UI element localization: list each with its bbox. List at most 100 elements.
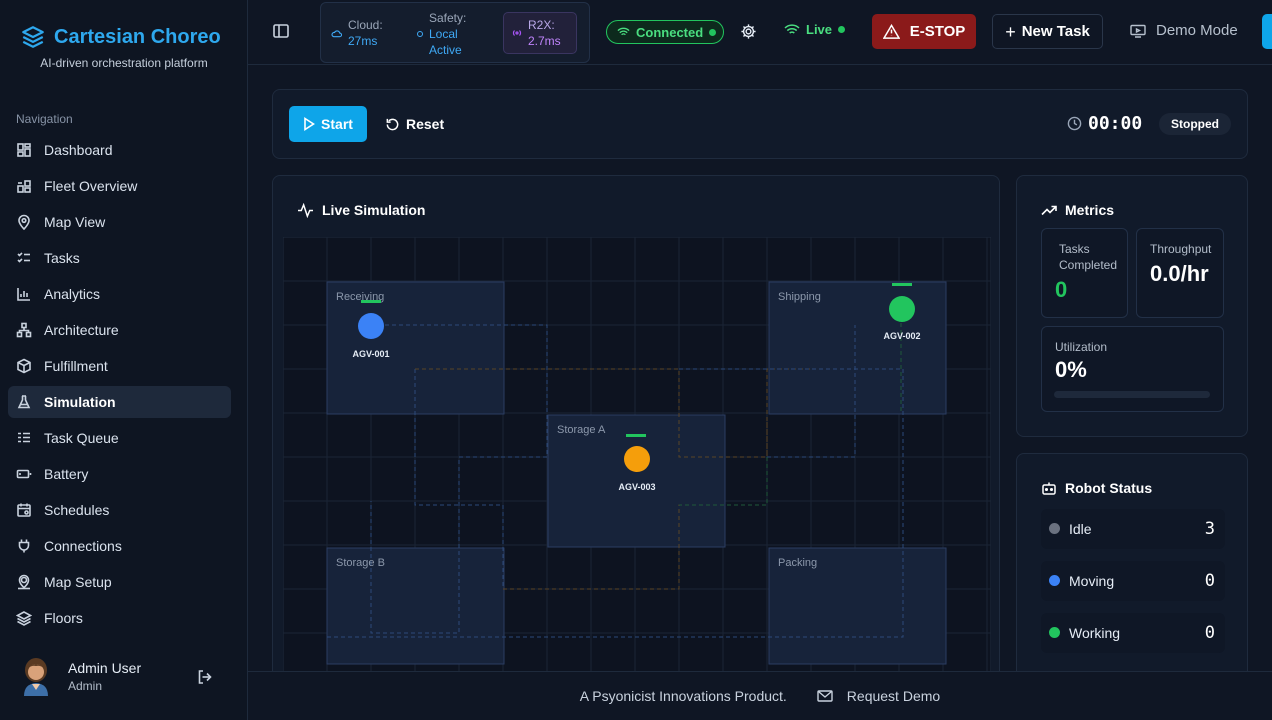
metric-label: Tasks: [1059, 242, 1090, 256]
sidebar: Cartesian Choreo AI-driven orchestration…: [0, 0, 248, 720]
metric-value: 0%: [1055, 357, 1087, 382]
simulation-controls: Start Reset 00:00 Stopped: [272, 89, 1248, 159]
sidebar-item-label: Fleet Overview: [44, 178, 138, 194]
sidebar-item-analytics[interactable]: Analytics: [8, 278, 231, 310]
timer-value: 00:00: [1088, 113, 1143, 134]
status-row-moving: Moving 0: [1041, 561, 1225, 601]
start-label: Start: [321, 116, 353, 132]
metrics-title: Metrics: [1065, 202, 1115, 218]
metric-tasks-completed: Tasks Completed 0: [1041, 228, 1128, 318]
sidebar-toggle-icon[interactable]: [272, 22, 290, 40]
safety-status: Safety: Local Active: [429, 10, 466, 58]
sidebar-item-floors[interactable]: Floors: [8, 602, 231, 634]
start-button[interactable]: Start: [289, 106, 367, 142]
r2x-label: R2X:: [528, 18, 555, 32]
zone-label-shipping: Shipping: [778, 291, 821, 303]
demo-mode-button[interactable]: Demo Mode: [1130, 22, 1238, 39]
avatar: [24, 658, 48, 696]
sidebar-item-label: Schedules: [44, 502, 110, 518]
gear-icon[interactable]: [740, 23, 757, 40]
status-label: Idle: [1069, 521, 1092, 537]
sidebar-item-connections[interactable]: Connections: [8, 530, 231, 562]
sidebar-item-label: Architecture: [44, 322, 119, 338]
sidebar-item-label: Floors: [44, 610, 83, 626]
status-count: 0: [1204, 571, 1215, 591]
sidebar-item-tasks[interactable]: Tasks: [8, 242, 231, 274]
sidebar-item-battery[interactable]: Battery: [8, 458, 231, 490]
latency-panel: Cloud: 27ms Safety: Local Active R2X: 2.…: [320, 2, 590, 63]
estop-label: E-STOP: [909, 23, 966, 40]
sidebar-item-label: Battery: [44, 466, 89, 482]
play-icon: [304, 117, 316, 131]
request-demo-link[interactable]: Request Demo: [817, 688, 940, 704]
metrics-header: Metrics: [1041, 202, 1114, 218]
new-task-button[interactable]: + New Task: [992, 14, 1103, 49]
monitor-icon: [1130, 24, 1146, 38]
broadcast-icon: [512, 30, 522, 36]
user-role: Admin: [68, 679, 103, 693]
robot-status-header: Robot Status: [1041, 480, 1152, 496]
robot-label: AGV-002: [883, 331, 920, 341]
live-simulation-header: Live Simulation: [297, 202, 425, 218]
sidebar-item-simulation[interactable]: Simulation: [8, 386, 231, 418]
chart-icon: [16, 286, 32, 302]
wifi-icon: [617, 27, 630, 36]
demo-mode-label: Demo Mode: [1156, 22, 1238, 39]
new-task-label: New Task: [1021, 23, 1090, 40]
logout-icon[interactable]: [196, 668, 214, 686]
status-label: Working: [1069, 625, 1121, 641]
robot-status-title: Robot Status: [1065, 480, 1153, 496]
safety-label: Safety:: [429, 11, 467, 25]
sidebar-item-architecture[interactable]: Architecture: [8, 314, 231, 346]
reset-button[interactable]: Reset: [385, 106, 444, 142]
request-demo-label: Request Demo: [846, 688, 941, 704]
brand[interactable]: Cartesian Choreo: [20, 24, 221, 50]
map-setup-icon: [16, 574, 32, 590]
reset-icon: [386, 118, 399, 130]
footer: A Psyonicist Innovations Product. Reques…: [248, 671, 1272, 720]
sidebar-item-map-setup[interactable]: Map Setup: [8, 566, 231, 598]
sidebar-item-map-view[interactable]: Map View: [8, 206, 231, 238]
status-count: 0: [1204, 623, 1215, 643]
brand-subtitle: AI-driven orchestration platform: [40, 56, 208, 70]
sidebar-item-dashboard[interactable]: Dashboard: [8, 134, 231, 166]
user-profile[interactable]: Admin User Admin: [20, 656, 240, 696]
metrics-card: Metrics Tasks Completed 0 Throughput 0.0…: [1016, 175, 1248, 437]
robot-marker: [624, 446, 650, 472]
calendar-icon: [16, 502, 32, 518]
robot-battery-bar: [626, 434, 646, 437]
sidebar-item-label: Dashboard: [44, 142, 113, 158]
cloud-latency: Cloud: 27ms: [348, 17, 383, 49]
live-dot: [838, 26, 846, 33]
footer-product: A Psyonicist Innovations Product.: [579, 688, 787, 704]
warehouse-map[interactable]: Receiving Shipping Storage A Storage B P…: [283, 237, 991, 695]
overflow-action-button[interactable]: [1262, 14, 1272, 49]
warning-icon: [882, 24, 900, 39]
user-name: Admin User: [68, 660, 142, 676]
dashboard-icon: [16, 142, 32, 158]
metric-utilization: Utilization 0%: [1041, 326, 1224, 412]
estop-button[interactable]: E-STOP: [872, 14, 976, 49]
zone-label-storage-a: Storage A: [557, 424, 606, 436]
robot-marker: [358, 313, 384, 339]
cloud-label: Cloud:: [348, 18, 383, 32]
app-root: Cartesian Choreo AI-driven orchestration…: [0, 0, 1272, 720]
cloud-icon: [331, 30, 342, 38]
sidebar-item-task-queue[interactable]: Task Queue: [8, 422, 231, 454]
trending-up-icon: [1041, 205, 1057, 216]
sidebar-item-fleet-overview[interactable]: Fleet Overview: [8, 170, 231, 202]
zone-label-packing: Packing: [778, 557, 817, 569]
sidebar-item-label: Task Queue: [44, 430, 119, 446]
mail-icon: [817, 690, 833, 702]
sidebar-item-label: Map View: [44, 214, 106, 230]
r2x-value: 2.7ms: [528, 34, 561, 48]
status-dot: [1049, 575, 1060, 586]
sidebar-item-schedules[interactable]: Schedules: [8, 494, 231, 526]
sidebar-item-fulfillment[interactable]: Fulfillment: [8, 350, 231, 382]
safety-value-1: Local: [429, 27, 458, 41]
live-indicator: Live: [784, 22, 846, 37]
package-icon: [16, 358, 32, 374]
live-simulation-card: Live Simulation Receiving Shipping Stora…: [272, 175, 1000, 695]
flask-icon: [16, 394, 32, 410]
tasks-icon: [16, 250, 32, 266]
